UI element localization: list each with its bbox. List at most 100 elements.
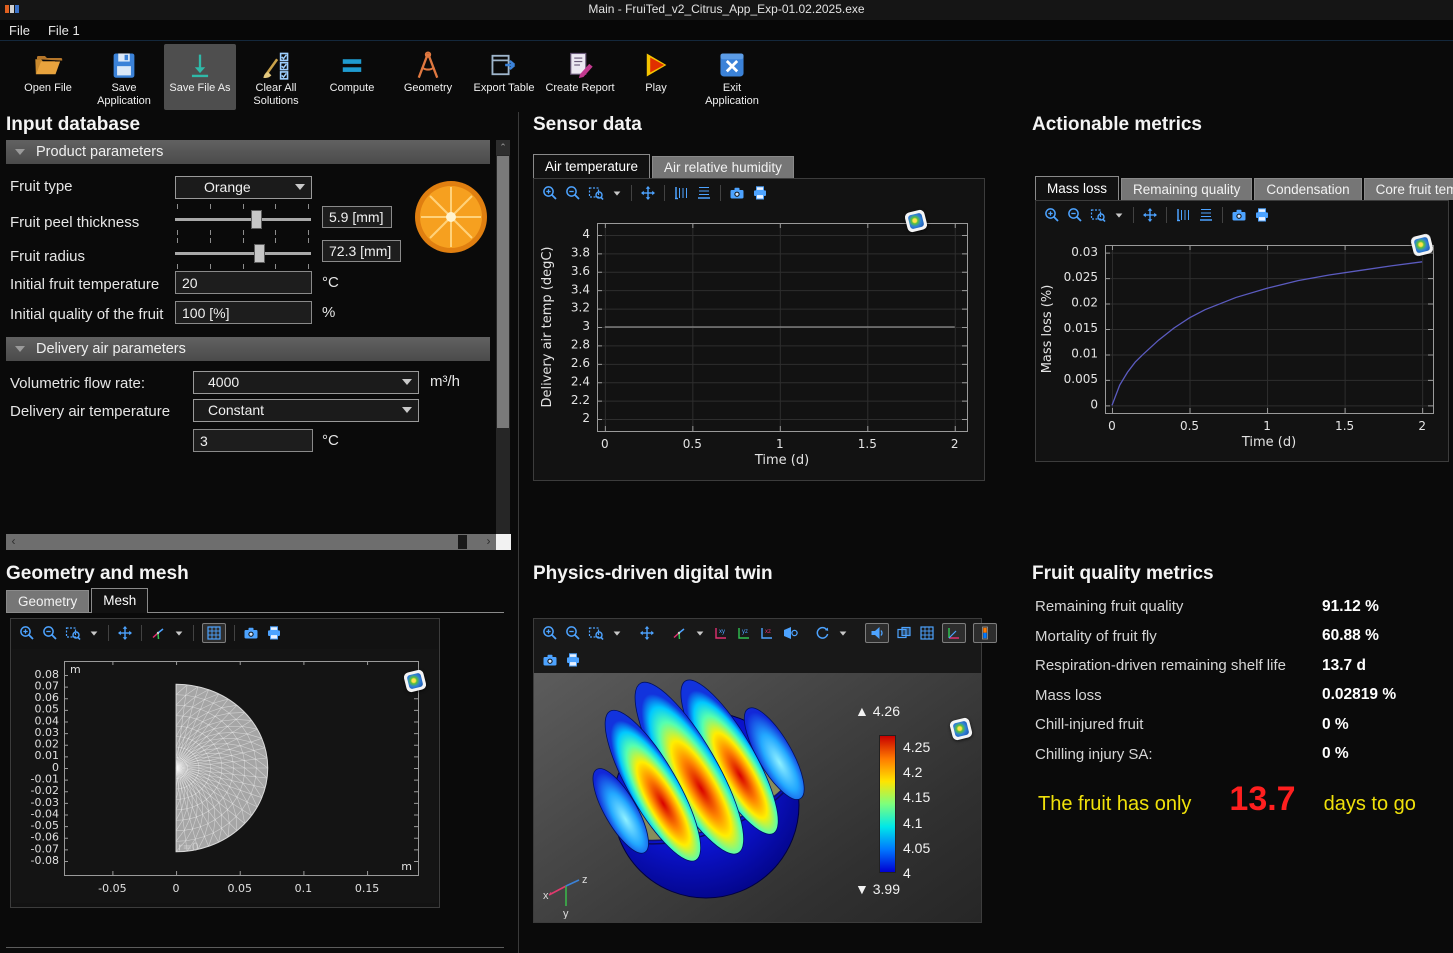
- dropdown-caret-icon[interactable]: [611, 627, 623, 639]
- view-yz-icon[interactable]: yz: [736, 625, 752, 641]
- camera-icon[interactable]: [542, 652, 558, 668]
- compute-button[interactable]: Compute: [316, 44, 388, 110]
- scrollbar-thumb[interactable]: [458, 535, 467, 549]
- legend-toggle-icon[interactable]: [973, 623, 997, 643]
- initial-quality-input[interactable]: [175, 301, 312, 324]
- flow-rate-select[interactable]: 4000: [193, 371, 419, 394]
- metrics-tab-mass-loss[interactable]: Mass loss: [1035, 176, 1119, 201]
- mass-loss-chart[interactable]: [1037, 233, 1447, 457]
- geometry-mesh-tab-mesh[interactable]: Mesh: [91, 588, 148, 613]
- toolbar-separator: [193, 625, 194, 641]
- print-icon[interactable]: [1254, 207, 1270, 223]
- zoom-box-icon[interactable]: [1090, 207, 1106, 223]
- fruit-type-select[interactable]: Orange: [175, 176, 312, 199]
- x-grid-icon[interactable]: [696, 185, 712, 201]
- mesh-plot-canvas[interactable]: [12, 649, 438, 903]
- slider-thumb[interactable]: [251, 210, 262, 229]
- dropdown-caret-icon[interactable]: [1113, 209, 1125, 221]
- zoom-in-icon[interactable]: [542, 625, 558, 641]
- open-file-button[interactable]: Open File: [12, 44, 84, 110]
- menu-item-file[interactable]: File: [0, 20, 39, 41]
- scroll-right-button[interactable]: ›: [481, 534, 496, 550]
- digital-twin-scene[interactable]: ▲ 4.26 ▼ 3.99 4.254.24.154.14.054 x y z: [534, 673, 981, 922]
- zoom-extents-icon[interactable]: [1142, 207, 1158, 223]
- camera-icon[interactable]: [729, 185, 745, 201]
- export-table-button[interactable]: Export Table: [468, 44, 540, 110]
- geometry-button[interactable]: Geometry: [392, 44, 464, 110]
- metrics-tab-condensation[interactable]: Condensation: [1254, 178, 1361, 200]
- zoom-extents-icon[interactable]: [117, 625, 133, 641]
- zoom-box-icon[interactable]: [588, 625, 604, 641]
- air-temperature-chart[interactable]: [537, 211, 981, 475]
- zoom-extents-icon[interactable]: [640, 185, 656, 201]
- zoom-out-icon[interactable]: [42, 625, 58, 641]
- fruit-radius-value[interactable]: 72.3 [mm]: [322, 240, 401, 262]
- zoom-in-icon[interactable]: [19, 625, 35, 641]
- dropdown-caret-icon[interactable]: [88, 627, 100, 639]
- clear-all-solutions-button[interactable]: Clear All Solutions: [240, 44, 312, 110]
- scrollbar-thumb[interactable]: [497, 156, 509, 428]
- save-application-button[interactable]: Save Application: [88, 44, 160, 110]
- scroll-up-button[interactable]: ⌃: [496, 140, 510, 155]
- zoom-out-icon[interactable]: [565, 625, 581, 641]
- dropdown-caret-icon[interactable]: [173, 627, 185, 639]
- zoom-extents-icon[interactable]: [639, 625, 655, 641]
- menu-item-file-1[interactable]: File 1: [39, 20, 89, 41]
- print-icon[interactable]: [752, 185, 768, 201]
- exit-application-button[interactable]: Exit Application: [696, 44, 768, 110]
- scene-light-icon[interactable]: [865, 623, 889, 643]
- horizontal-scrollbar[interactable]: ‹ ›: [6, 534, 496, 550]
- grid-toggle-icon[interactable]: [919, 625, 935, 641]
- flow-rate-unit: m³/h: [430, 373, 460, 390]
- camera-icon[interactable]: [1231, 207, 1247, 223]
- dropdown-caret-icon[interactable]: [694, 627, 706, 639]
- transparency-icon[interactable]: [896, 625, 912, 641]
- axes-3d-icon[interactable]: [150, 625, 166, 641]
- initial-temp-unit: °C: [322, 274, 339, 291]
- rotate-icon[interactable]: [814, 625, 830, 641]
- air-temp-value-input[interactable]: [193, 429, 313, 452]
- print-icon[interactable]: [565, 652, 581, 668]
- zoom-box-icon[interactable]: [588, 185, 604, 201]
- sensor-tab-air-temperature[interactable]: Air temperature: [533, 154, 650, 179]
- vertical-scrollbar[interactable]: ⌃ ⌄: [496, 140, 510, 550]
- section-product-parameters[interactable]: Product parameters: [6, 140, 490, 164]
- alert-suffix: days to go: [1324, 793, 1416, 816]
- y-grid-icon[interactable]: [1175, 207, 1191, 223]
- zoom-box-icon[interactable]: [65, 625, 81, 641]
- x-grid-icon[interactable]: [1198, 207, 1214, 223]
- peel-thickness-slider[interactable]: [175, 204, 311, 234]
- metric-value: 0.02819 %: [1322, 686, 1396, 704]
- zoom-in-icon[interactable]: [1044, 207, 1060, 223]
- axes-3d-icon[interactable]: [671, 625, 687, 641]
- mesh-plot-frame: [10, 618, 440, 908]
- geometry-mesh-tab-geometry[interactable]: Geometry: [6, 590, 89, 612]
- zoom-out-icon[interactable]: [565, 185, 581, 201]
- create-report-button[interactable]: Create Report: [544, 44, 616, 110]
- colorbar-gradient: [879, 735, 896, 873]
- grid-toggle-icon[interactable]: [202, 623, 226, 643]
- metrics-tab-core-fruit-temperature[interactable]: Core fruit temperature: [1364, 178, 1453, 200]
- axes-toggle-icon[interactable]: [942, 623, 966, 643]
- print-icon[interactable]: [266, 625, 282, 641]
- save-file-as-button[interactable]: Save File As: [164, 44, 236, 110]
- view-xz-icon[interactable]: xz: [759, 625, 775, 641]
- sensor-tab-air-relative-humidity[interactable]: Air relative humidity: [652, 156, 794, 178]
- y-grid-icon[interactable]: [673, 185, 689, 201]
- zoom-in-icon[interactable]: [542, 185, 558, 201]
- scroll-left-button[interactable]: ‹: [6, 534, 21, 550]
- dropdown-caret-icon[interactable]: [837, 627, 849, 639]
- slider-thumb[interactable]: [254, 244, 265, 263]
- air-temp-mode-select[interactable]: Constant: [193, 399, 419, 422]
- dropdown-caret-icon[interactable]: [611, 187, 623, 199]
- zoom-out-icon[interactable]: [1067, 207, 1083, 223]
- view-xy-icon[interactable]: xy: [713, 625, 729, 641]
- peel-thickness-value[interactable]: 5.9 [mm]: [322, 206, 392, 228]
- section-delivery-air-parameters[interactable]: Delivery air parameters: [6, 337, 490, 361]
- fruit-radius-slider[interactable]: [175, 238, 311, 268]
- initial-temp-input[interactable]: [175, 271, 312, 294]
- metrics-tab-remaining-quality[interactable]: Remaining quality: [1121, 178, 1252, 200]
- camera-icon[interactable]: [243, 625, 259, 641]
- perspective-icon[interactable]: [782, 625, 798, 641]
- play-button[interactable]: Play: [620, 44, 692, 110]
